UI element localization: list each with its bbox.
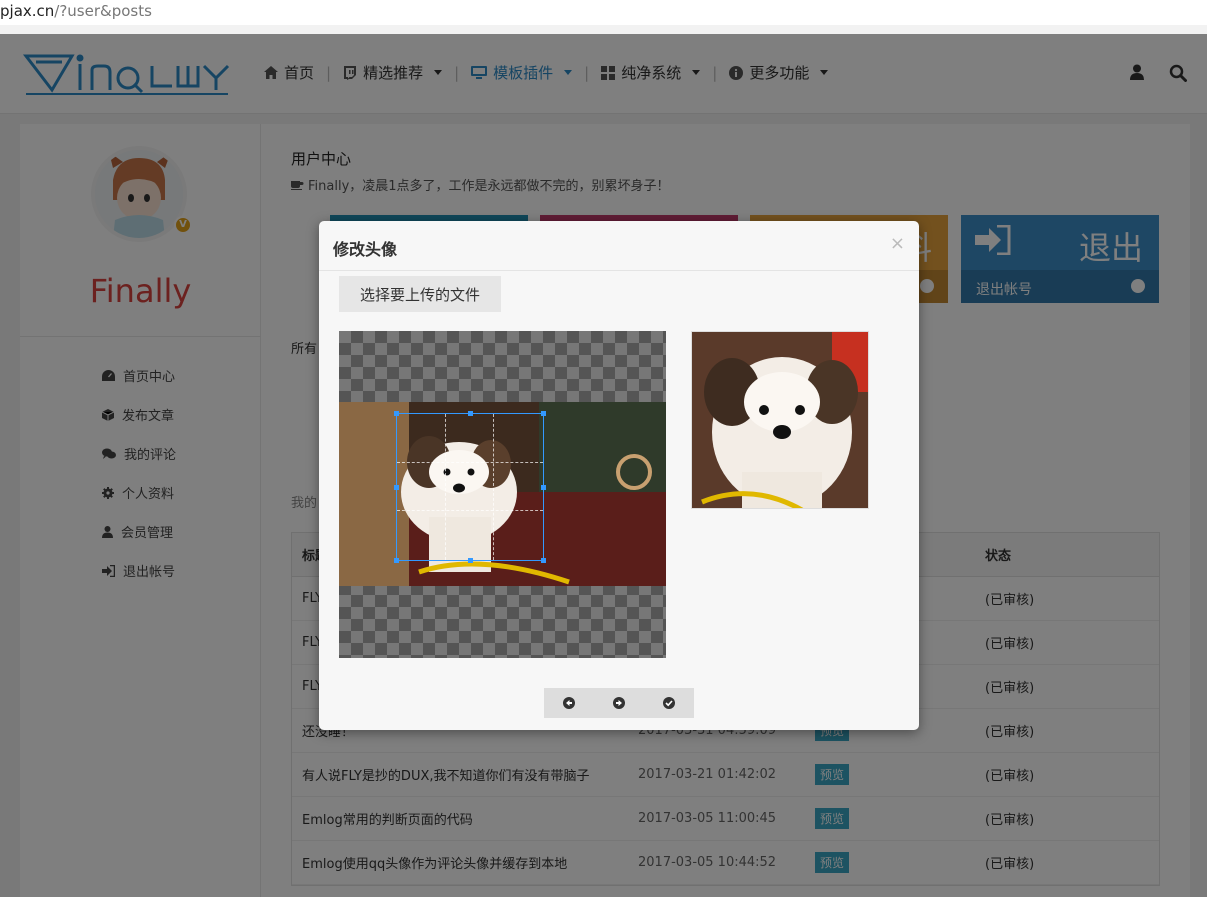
resize-handle[interactable]: [394, 558, 399, 563]
crop-canvas[interactable]: [339, 331, 666, 658]
address-bar[interactable]: pjax.cn/?user&posts: [0, 0, 1207, 25]
resize-handle[interactable]: [394, 411, 399, 416]
avatar-preview: [691, 331, 869, 509]
rotate-right-icon[interactable]: [613, 697, 625, 709]
close-icon[interactable]: ×: [890, 233, 905, 254]
resize-handle[interactable]: [541, 485, 546, 490]
grid-line: [397, 510, 543, 512]
rotate-left-icon[interactable]: [563, 697, 575, 709]
resize-handle[interactable]: [541, 411, 546, 416]
confirm-icon[interactable]: [663, 697, 675, 709]
resize-handle[interactable]: [541, 558, 546, 563]
crop-controls: [544, 688, 694, 718]
upload-file-button[interactable]: 选择要上传的文件: [339, 276, 501, 312]
address-path: /?user&posts: [54, 2, 152, 20]
modal-title: 修改头像: [333, 240, 398, 259]
grid-line: [445, 414, 447, 560]
resize-handle[interactable]: [394, 485, 399, 490]
resize-handle[interactable]: [468, 558, 473, 563]
grid-line: [397, 462, 543, 464]
grid-line: [493, 414, 495, 560]
resize-handle[interactable]: [468, 411, 473, 416]
crop-selection[interactable]: [394, 411, 546, 563]
avatar-modal: 修改头像 × 选择要上传的文件: [319, 221, 919, 730]
preview-image: [692, 332, 868, 508]
modal-header: 修改头像 ×: [319, 221, 919, 271]
address-host: pjax.cn: [0, 2, 55, 20]
